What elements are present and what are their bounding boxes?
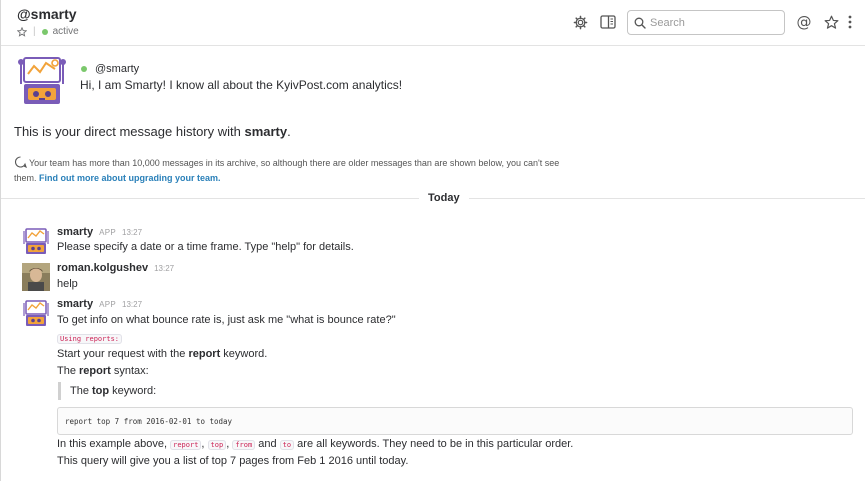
app-badge: APP — [99, 228, 116, 237]
archive-limit-icon — [15, 156, 27, 168]
meta-separator: | — [33, 26, 36, 37]
dm-history-text: This is your direct message history with… — [14, 124, 291, 139]
sender-name[interactable]: smarty — [57, 226, 93, 238]
search-box[interactable] — [627, 10, 785, 35]
star-icon[interactable] — [822, 13, 840, 31]
channel-header: @smarty | active @ — [1, 0, 865, 46]
avatar[interactable] — [22, 299, 50, 327]
inline-code: from — [232, 440, 256, 450]
message-sender: smarty APP 13:27 — [57, 226, 142, 238]
code-block: report top 7 from 2016-02-01 to today — [57, 407, 853, 435]
more-icon[interactable] — [844, 13, 856, 31]
message-line: The report syntax: — [57, 365, 149, 377]
message-text: Please specify a date or a time frame. T… — [57, 241, 354, 253]
keyword: top — [92, 385, 110, 397]
channel-title[interactable]: @smarty — [17, 6, 77, 22]
intro-bot-handle[interactable]: @smarty — [95, 63, 139, 75]
gear-icon[interactable] — [571, 13, 589, 31]
message-line: Start your request with the report keywo… — [57, 348, 268, 360]
inline-code: Using reports: — [57, 334, 123, 344]
presence-dot — [81, 66, 87, 72]
dm-history-user: smarty — [244, 124, 288, 139]
avatar[interactable] — [22, 227, 50, 255]
presence-status: active — [52, 26, 79, 37]
message-line: In this example above, report, top, from… — [57, 438, 574, 450]
inline-code: report — [170, 440, 202, 450]
inline-code: to — [279, 440, 295, 450]
avatar[interactable] — [22, 263, 50, 291]
message-time[interactable]: 13:27 — [122, 228, 142, 237]
upgrade-link[interactable]: Find out more about upgrading your team. — [39, 173, 221, 183]
app-badge: APP — [99, 300, 116, 309]
archive-note: Your team has more than 10,000 messages … — [14, 156, 574, 186]
message-sender: smarty APP 13:27 — [57, 298, 142, 310]
star-icon[interactable] — [17, 26, 27, 37]
keyword: report — [79, 365, 111, 377]
message-inline-heading: Using reports: — [57, 332, 123, 344]
message-text: To get info on what bounce rate is, just… — [57, 314, 396, 326]
keyword: report — [188, 348, 221, 360]
message-time[interactable]: 13:27 — [122, 300, 142, 309]
sender-name[interactable]: roman.kolgushev — [57, 262, 148, 274]
mentions-icon[interactable]: @ — [795, 13, 813, 31]
intro-bot-name: @smarty — [81, 63, 139, 75]
message-line: This query will give you a list of top 7… — [57, 455, 409, 467]
search-icon — [634, 17, 646, 29]
intro-greeting: Hi, I am Smarty! I know all about the Ky… — [80, 78, 403, 92]
message-time[interactable]: 13:27 — [154, 264, 174, 273]
presence-dot — [41, 28, 48, 35]
day-divider-label: Today — [419, 192, 469, 204]
sidebar-toggle-icon[interactable] — [599, 13, 617, 31]
message-sender: roman.kolgushev 13:27 — [57, 262, 174, 274]
inline-code: top — [207, 440, 227, 450]
bot-avatar — [15, 54, 69, 106]
message-text: help — [57, 278, 78, 290]
sender-name[interactable]: smarty — [57, 298, 93, 310]
blockquote: The top keyword: — [58, 382, 156, 400]
search-input[interactable] — [650, 16, 770, 29]
channel-meta: | active — [17, 26, 79, 37]
